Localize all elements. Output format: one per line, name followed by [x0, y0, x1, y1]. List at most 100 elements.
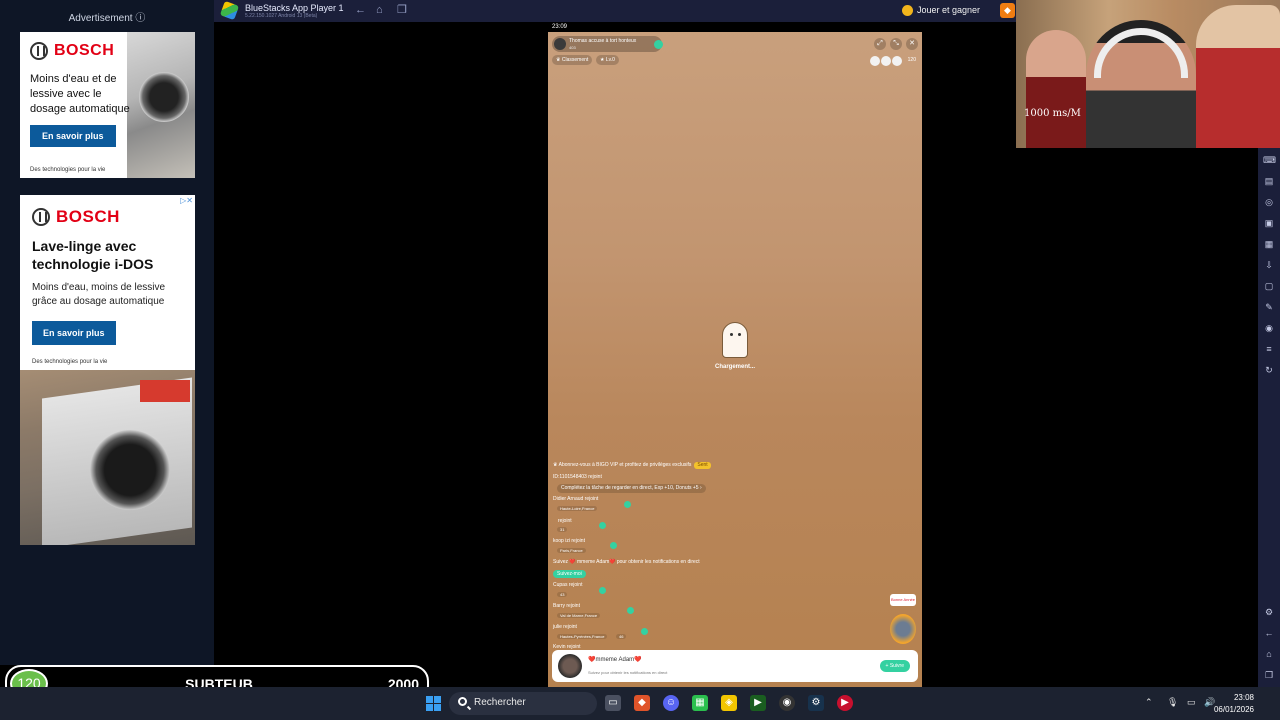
system-clock[interactable]: 23:08 06/01/2026	[1214, 692, 1254, 716]
level-tag: 46	[616, 634, 627, 639]
android-screen[interactable]: 23:09 Thomas accuse à tort honteux 403 ⤢…	[548, 22, 922, 687]
screenshot-icon[interactable]: ◎	[1263, 196, 1275, 208]
install-apk-icon[interactable]: ⇩	[1263, 259, 1275, 271]
card-avatar[interactable]	[558, 654, 582, 678]
ad-headline: Moins d'eau et de lessive avec le dosage…	[30, 73, 130, 115]
level-tag: 43	[557, 592, 568, 597]
chat-message: Didier Arnaud rejoint	[553, 496, 599, 502]
wave-icon[interactable]	[599, 522, 606, 529]
ranking-chip[interactable]: ♛ Classement	[552, 55, 593, 65]
host-avatar[interactable]	[554, 38, 566, 50]
sync-icon[interactable]: ↻	[1263, 364, 1275, 376]
follow-me-button[interactable]: Suivez-moi	[553, 570, 586, 578]
back-arrow-icon[interactable]: ←	[355, 5, 366, 16]
ad-cta-button[interactable]: En savoir plus	[32, 321, 116, 345]
ad-column: Advertisement ⓘ ▷✕ BOSCH Moins d'eau et …	[0, 0, 214, 665]
home-icon[interactable]: ⌂	[376, 5, 383, 16]
play-earn-button[interactable]: Jouer et gagner	[917, 5, 980, 15]
recent-apps-icon[interactable]: ❐	[1263, 669, 1275, 681]
follow-prompt: Suivez ❤️ mmeme Adam❤️ pour obtenir les …	[553, 559, 700, 565]
play-earn-icon[interactable]	[902, 5, 913, 16]
chat-message: Barry rejoint	[553, 603, 580, 609]
windows-taskbar: Rechercher ▭ ◆ ☺ ▦ ◈ ▶ ◉ ⚙ ▶ ⌃ 🎙 ▭ 🔊 23:…	[0, 687, 1280, 720]
vip-badge: Sent	[694, 462, 711, 469]
display-icon[interactable]: ▭	[1187, 697, 1196, 708]
ad-brand: BOSCH	[54, 42, 115, 59]
loading-indicator: Chargement...	[715, 322, 755, 370]
wave-icon[interactable]	[599, 587, 606, 594]
viewer-avatar[interactable]	[881, 56, 891, 66]
bluestacks-taskbar-icon[interactable]: ◈	[721, 695, 737, 711]
location-icon[interactable]: ◉	[1263, 322, 1275, 334]
microphone-icon[interactable]: 🎙	[1167, 697, 1178, 708]
chat-message: koop izi rejoint	[553, 538, 585, 544]
status-bar: 23:09	[548, 22, 922, 32]
controls-icon[interactable]: ⌨	[1263, 154, 1276, 166]
viewer-avatar[interactable]	[892, 56, 902, 66]
close-icon[interactable]: ✕	[906, 38, 918, 50]
host-subtitle: 403	[569, 45, 576, 50]
multi-window-icon[interactable]: ❐	[397, 5, 407, 16]
host-name: Thomas accuse à tort honteux	[569, 38, 637, 44]
viewer-count[interactable]: 120	[908, 57, 916, 63]
media-icon[interactable]: ▦	[1263, 238, 1275, 250]
level-tag: 31	[557, 527, 568, 532]
wave-icon[interactable]	[627, 607, 634, 614]
wave-icon[interactable]	[641, 628, 648, 635]
tray-overflow-icon[interactable]: ⌃	[1145, 697, 1153, 708]
card-subtitle: Suivez pour obtenir les notifications en…	[588, 670, 668, 675]
spreadsheet-icon[interactable]: ▦	[692, 695, 708, 711]
host-info[interactable]: Thomas accuse à tort honteux 403	[552, 36, 663, 52]
gift-avatar	[890, 614, 916, 644]
clock-date: 06/01/2026	[1213, 705, 1254, 714]
brave-browser-icon[interactable]: ◆	[634, 695, 650, 711]
vip-promo[interactable]: ♛ Abonnez-vous à BIGO VIP et profitez de…	[553, 462, 711, 469]
advertisement-label: Advertisement ⓘ	[68, 13, 146, 24]
webcam-feed: 1000 ms/M	[1016, 0, 1280, 148]
eco-mode-icon[interactable]: ✎	[1263, 301, 1275, 313]
wave-icon[interactable]	[624, 501, 631, 508]
minimize-icon[interactable]: ⤡	[890, 38, 902, 50]
share-icon[interactable]: ⤢	[874, 38, 886, 50]
bosch-logo-icon	[32, 208, 50, 226]
watch-task-banner[interactable]: Complétez la tâche de regarder en direct…	[557, 484, 706, 493]
media-player-icon[interactable]: ▶	[837, 695, 853, 711]
search-icon	[458, 697, 467, 706]
task-view-icon[interactable]: ▭	[605, 695, 621, 711]
location-tag: Hautes-Pyrénées,France	[557, 634, 608, 639]
layers-icon[interactable]: ≡	[1263, 343, 1275, 355]
loading-text: Chargement...	[714, 364, 755, 370]
viewer-avatar[interactable]	[870, 56, 880, 66]
discord-icon[interactable]: ☺	[663, 695, 679, 711]
chat-message: rejoint	[558, 518, 572, 524]
record-icon[interactable]: ▣	[1263, 217, 1275, 229]
settings-icon[interactable]: ⚙	[1263, 606, 1275, 618]
chat-message: Cupas rejoint	[553, 582, 583, 588]
bosch-ad-1[interactable]: ▷✕ BOSCH Moins d'eau et de lessive avec …	[20, 32, 195, 178]
back-icon[interactable]: ←	[1263, 627, 1275, 639]
app-icon[interactable]: ▶	[750, 695, 766, 711]
follow-button[interactable]: + Suivre	[879, 660, 910, 672]
bluestacks-menu-icon[interactable]: ◆	[1000, 3, 1015, 18]
window-version: 5.22.150.1027 Android 13 (Beta)	[245, 13, 318, 19]
wave-icon[interactable]	[610, 542, 617, 549]
files-icon[interactable]: ▢	[1263, 280, 1275, 292]
event-gift-widget[interactable]: Bonne Année	[890, 594, 916, 646]
clock-time: 23:08	[1233, 693, 1254, 702]
follow-card[interactable]: ❤️mmeme Adam❤️ Suivez pour obtenir les n…	[552, 650, 918, 682]
bluestacks-sidebar: ⌨ ▤ ◎ ▣ ▦ ⇩ ▢ ✎ ◉ ≡ ↻ ⚙ ← ⌂ ❐	[1258, 148, 1280, 687]
bluestacks-titlebar: BlueStacks App Player 1 5.22.150.1027 An…	[214, 0, 1016, 22]
taskbar-search[interactable]: Rechercher	[449, 692, 597, 715]
webcam-overlay-text: 1000 ms/M	[1024, 108, 1081, 119]
level-chip[interactable]: ★ Lv.0	[596, 55, 619, 65]
obs-icon[interactable]: ◉	[779, 695, 795, 711]
steam-icon[interactable]: ⚙	[808, 695, 824, 711]
performance-icon[interactable]: ▤	[1263, 175, 1275, 187]
ad-choices-icon[interactable]: ▷✕	[180, 196, 193, 205]
washing-machine-image	[127, 32, 195, 178]
ad-cta-button[interactable]: En savoir plus	[30, 125, 116, 147]
windows-start-icon[interactable]	[426, 696, 441, 711]
bosch-ad-2[interactable]: ▷✕ BOSCH Lave-linge avec technologie i-D…	[20, 195, 195, 545]
follow-host-icon[interactable]	[654, 40, 663, 49]
home-icon[interactable]: ⌂	[1263, 648, 1275, 660]
